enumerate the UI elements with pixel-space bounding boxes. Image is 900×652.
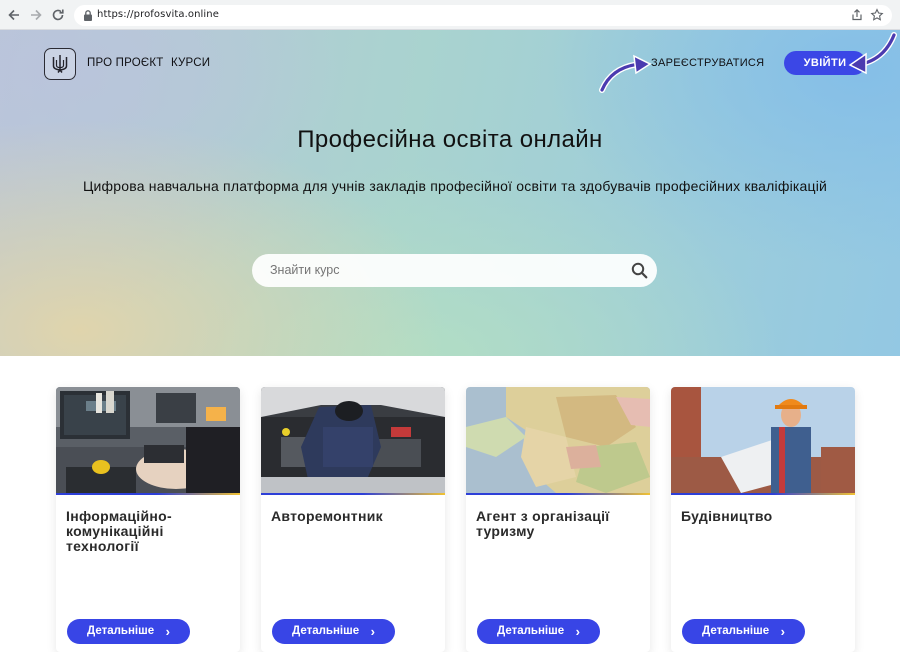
lock-icon[interactable] [82,9,94,22]
page-title: Професійна освіта онлайн [297,126,603,153]
course-details-button[interactable]: Детальніше › [682,619,805,644]
course-details-label: Детальніше [87,625,155,637]
course-details-button[interactable]: Детальніше › [67,619,190,644]
search-input[interactable] [270,263,610,277]
nav-link-about[interactable]: ПРО ПРОЄКТ [87,57,163,69]
chevron-right-icon: › [575,624,580,639]
course-title[interactable]: Агент з організації туризму [476,509,644,539]
trident-logo-icon[interactable] [44,48,76,80]
address-bar[interactable]: https://profosvita.online [74,5,892,26]
nav-link-courses[interactable]: КУРСИ [171,57,210,69]
register-link[interactable]: ЗАРЕЄСТРУВАТИСЯ [651,57,764,69]
page-subtitle: Цифрова навчальна платформа для учнів за… [82,178,828,194]
course-details-label: Детальніше [292,625,360,637]
course-title[interactable]: Інформаційно-комунікаційні технології [66,509,234,554]
course-image-tourism-agent[interactable] [466,387,650,493]
chevron-right-icon: › [780,624,785,639]
card-accent-line [466,493,650,495]
course-details-label: Детальніше [702,625,770,637]
card-accent-line [671,493,855,495]
search-icon[interactable] [631,262,648,279]
browser-toolbar: https://profosvita.online [0,0,900,30]
course-search-box[interactable] [252,254,657,287]
course-details-button[interactable]: Детальніше › [272,619,395,644]
course-image-construction[interactable] [671,387,855,493]
course-details-label: Детальніше [497,625,565,637]
hero-section: ПРО ПРОЄКТ КУРСИ ЗАРЕЄСТРУВАТИСЯ УВІЙТИ … [0,30,900,356]
share-icon[interactable] [850,8,864,22]
course-title[interactable]: Будівництво [681,509,849,524]
card-accent-line [261,493,445,495]
course-card-ict[interactable]: Інформаційно-комунікаційні технології Де… [56,387,240,652]
annotation-arrow-register [599,54,652,93]
url-text[interactable]: https://profosvita.online [97,9,219,20]
chevron-right-icon: › [165,624,170,639]
chevron-right-icon: › [370,624,375,639]
course-card-auto-mechanic[interactable]: Авторемонтник Детальніше › [261,387,445,652]
reload-icon[interactable] [50,7,66,23]
course-card-tourism-agent[interactable]: Агент з організації туризму Детальніше › [466,387,650,652]
course-details-button[interactable]: Детальніше › [477,619,600,644]
back-arrow-icon[interactable] [6,7,22,23]
card-accent-line [56,493,240,495]
forward-arrow-icon[interactable] [28,7,44,23]
course-card-construction[interactable]: Будівництво Детальніше › [671,387,855,652]
course-image-ict[interactable] [56,387,240,493]
course-image-auto-mechanic[interactable] [261,387,445,493]
course-title[interactable]: Авторемонтник [271,509,439,524]
annotation-arrow-login [848,32,897,75]
star-icon[interactable] [870,8,884,22]
